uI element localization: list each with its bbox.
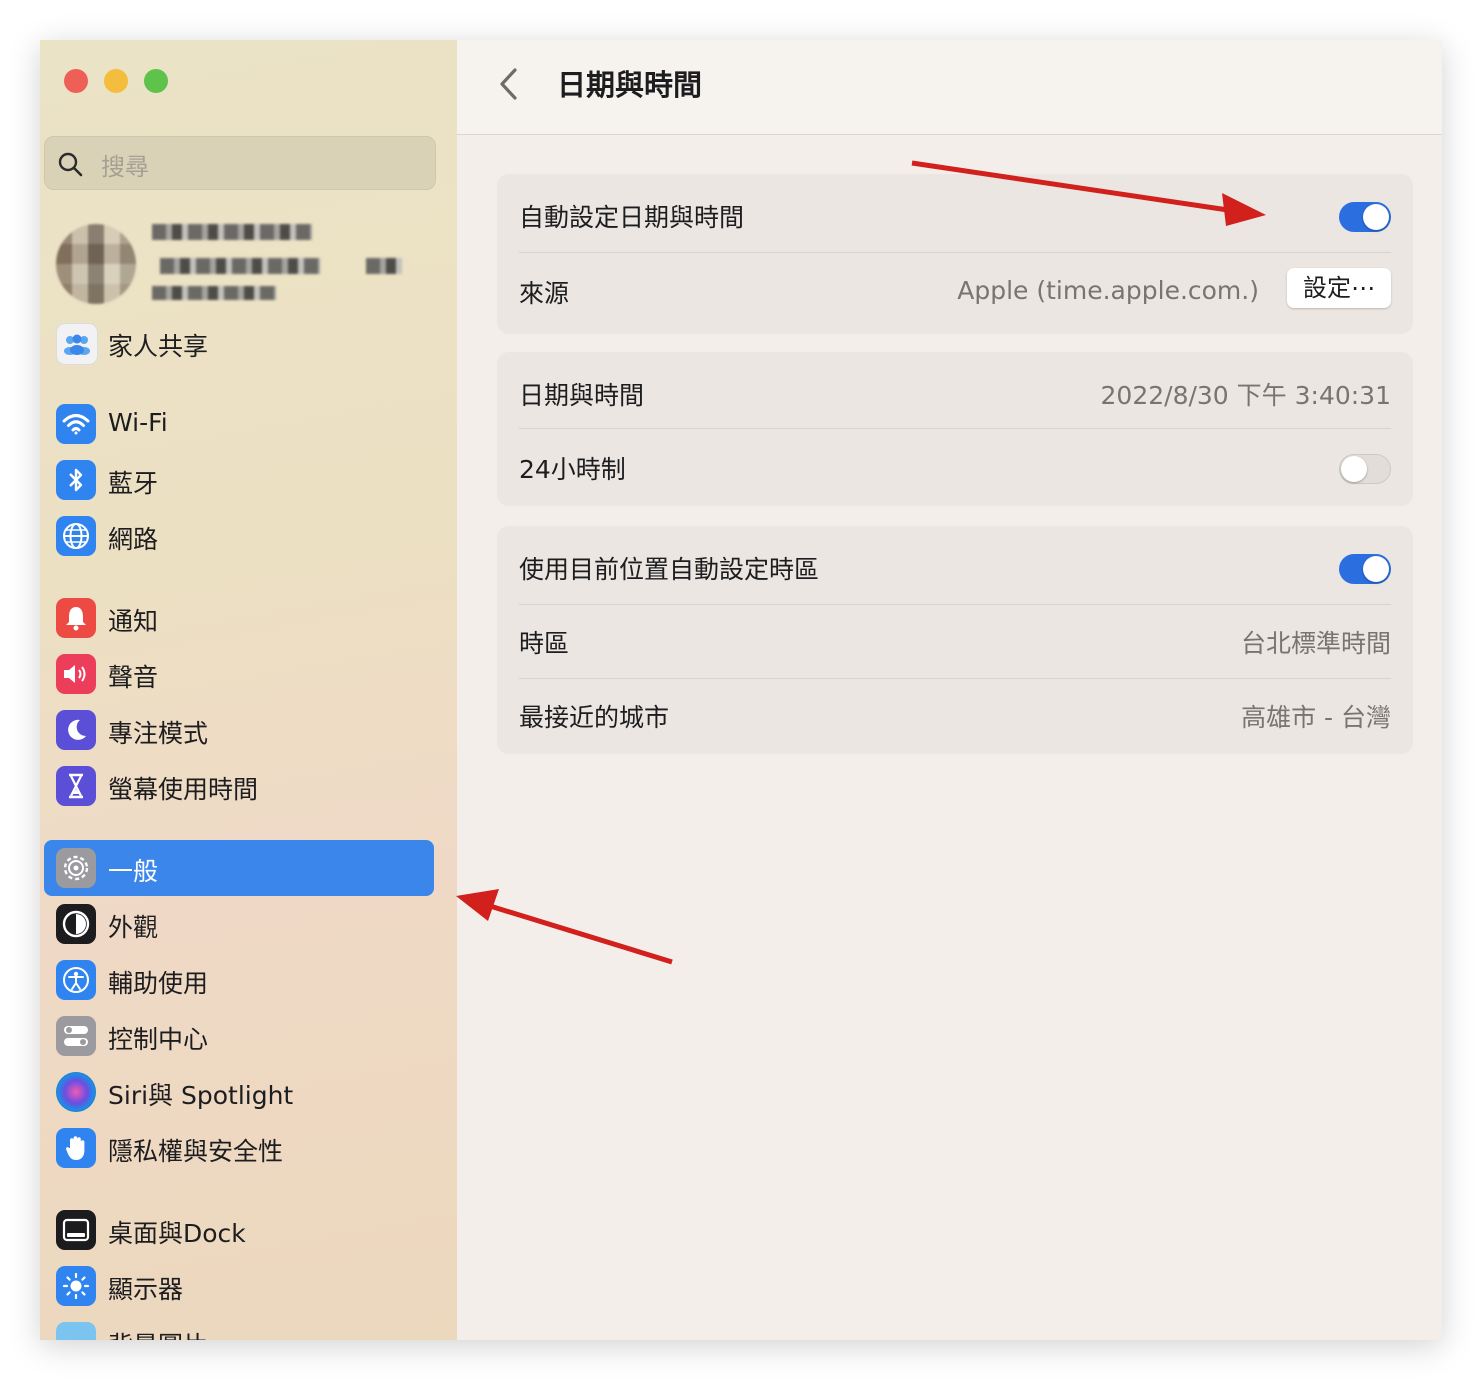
- close-button[interactable]: [64, 69, 88, 93]
- hour24-label: 24小時制: [519, 455, 626, 484]
- auto-timezone-row: 使用目前位置自動設定時區: [519, 546, 1391, 586]
- datetime-card: 日期與時間 2022/8/30 下午 3:40:31 24小時制: [497, 352, 1413, 506]
- hour24-row: 24小時制: [519, 446, 1391, 486]
- sidebar-item-label: 一般: [108, 857, 159, 886]
- row-separator: [519, 678, 1391, 679]
- traffic-lights: [64, 69, 168, 93]
- search-input[interactable]: 搜尋: [44, 136, 436, 190]
- sidebar-item-label: Wi-Fi: [108, 408, 168, 437]
- profile-detail-redacted-2: [366, 258, 402, 274]
- main-pane: 日期與時間 自動設定日期與時間 來源 Apple (time.apple.com…: [457, 40, 1442, 1340]
- profile-detail-redacted-3: [152, 286, 276, 300]
- sidebar-item-label: 網路: [108, 525, 159, 554]
- sidebar-item-label: 通知: [108, 607, 159, 636]
- nearest-city-value: 高雄市 - 台灣: [1241, 703, 1391, 732]
- speaker-icon: [56, 654, 96, 694]
- sidebar-item-label: 藍牙: [108, 469, 159, 498]
- sidebar-item-label: 輔助使用: [108, 969, 209, 998]
- toolbar: 日期與時間: [457, 40, 1442, 135]
- accessibility-icon: [56, 960, 96, 1000]
- auto-time-toggle[interactable]: [1339, 202, 1391, 232]
- hand-icon: [56, 1128, 96, 1168]
- bluetooth-icon: [56, 460, 96, 500]
- profile-detail-redacted: [160, 258, 320, 274]
- hour24-toggle[interactable]: [1339, 454, 1391, 484]
- dock-icon: [56, 1210, 96, 1250]
- source-row: 來源 Apple (time.apple.com.) 設定⋯: [519, 268, 1391, 312]
- auto-time-card: 自動設定日期與時間 來源 Apple (time.apple.com.) 設定⋯: [497, 174, 1413, 334]
- sidebar-item-label: Siri與 Spotlight: [108, 1081, 294, 1110]
- sidebar-item-label: 家人共享: [108, 332, 209, 361]
- timezone-label: 時區: [519, 629, 570, 658]
- settings-window: 搜尋 家人共享 Wi-Fi 藍牙 網路 通知 聲音 專注模式 螢幕使用時間 一般…: [40, 40, 1442, 1340]
- bell-icon: [56, 598, 96, 638]
- sidebar-item-label: 螢幕使用時間: [108, 775, 259, 804]
- chevron-left-icon[interactable]: [497, 66, 521, 102]
- family-icon: [56, 323, 98, 365]
- globe-icon: [56, 516, 96, 556]
- datetime-row: 日期與時間 2022/8/30 下午 3:40:31: [519, 372, 1391, 412]
- timezone-value: 台北標準時間: [1240, 629, 1391, 658]
- datetime-label: 日期與時間: [519, 381, 645, 410]
- gear-icon: [56, 848, 96, 888]
- sidebar-item-control-center[interactable]: 控制中心: [44, 1008, 434, 1064]
- sidebar-item-displays[interactable]: 顯示器: [44, 1258, 434, 1314]
- sidebar-item-siri-spotlight[interactable]: Siri與 Spotlight: [44, 1064, 434, 1120]
- sidebar-item-accessibility[interactable]: 輔助使用: [44, 952, 434, 1008]
- sidebar-item-privacy[interactable]: 隱私權與安全性: [44, 1120, 434, 1176]
- siri-icon: [56, 1072, 96, 1112]
- sidebar-item-desktop-dock[interactable]: 桌面與Dock: [44, 1202, 434, 1258]
- sidebar-item-bluetooth[interactable]: 藍牙: [44, 452, 434, 508]
- row-separator: [519, 604, 1391, 605]
- row-separator: [519, 252, 1391, 253]
- sidebar-item-label: 聲音: [108, 663, 159, 692]
- sidebar-item-appearance[interactable]: 外觀: [44, 896, 434, 952]
- appearance-icon: [56, 904, 96, 944]
- sidebar-item-label: 外觀: [108, 913, 159, 942]
- row-separator: [519, 428, 1391, 429]
- wifi-icon: [56, 404, 96, 444]
- toggles-icon: [56, 1016, 96, 1056]
- sidebar-item-label: 隱私權與安全性: [108, 1137, 284, 1166]
- minimize-button[interactable]: [104, 69, 128, 93]
- datetime-value: 2022/8/30 下午 3:40:31: [1100, 381, 1391, 410]
- sidebar-item-general[interactable]: 一般: [44, 840, 434, 896]
- sidebar-item-wallpaper[interactable]: 背景圖片: [44, 1314, 434, 1340]
- timezone-row: 時區 台北標準時間: [519, 622, 1391, 662]
- wallpaper-icon: [56, 1322, 96, 1340]
- source-value: Apple (time.apple.com.): [957, 276, 1259, 305]
- sidebar-item-label: 背景圖片: [108, 1326, 208, 1340]
- nearest-city-label: 最接近的城市: [519, 703, 670, 732]
- sidebar-item-family[interactable]: 家人共享: [44, 315, 434, 371]
- auto-time-row: 自動設定日期與時間: [519, 194, 1391, 234]
- sidebar-item-label: 專注模式: [108, 719, 209, 748]
- nearest-city-row: 最接近的城市 高雄市 - 台灣: [519, 696, 1391, 736]
- avatar: [56, 224, 136, 304]
- auto-timezone-label: 使用目前位置自動設定時區: [519, 555, 820, 584]
- set-source-button[interactable]: 設定⋯: [1287, 268, 1391, 308]
- auto-timezone-toggle[interactable]: [1339, 554, 1391, 584]
- sidebar-item-label: 控制中心: [108, 1025, 209, 1054]
- sidebar-item-screen-time[interactable]: 螢幕使用時間: [44, 758, 434, 814]
- sidebar: 搜尋 家人共享 Wi-Fi 藍牙 網路 通知 聲音 專注模式 螢幕使用時間 一般…: [40, 40, 457, 1340]
- apple-id-profile[interactable]: [56, 220, 426, 310]
- page-title: 日期與時間: [557, 68, 703, 102]
- profile-name-redacted: [152, 224, 312, 240]
- sidebar-item-wifi[interactable]: Wi-Fi: [44, 396, 434, 452]
- zoom-button[interactable]: [144, 69, 168, 93]
- sun-icon: [56, 1266, 96, 1306]
- sidebar-item-focus[interactable]: 專注模式: [44, 702, 434, 758]
- timezone-card: 使用目前位置自動設定時區 時區 台北標準時間 最接近的城市 高雄市 - 台灣: [497, 526, 1413, 754]
- sidebar-item-label: 顯示器: [108, 1275, 184, 1304]
- auto-time-label: 自動設定日期與時間: [519, 203, 745, 232]
- moon-icon: [56, 710, 96, 750]
- search-placeholder: 搜尋: [101, 153, 149, 181]
- source-label: 來源: [519, 279, 570, 308]
- hourglass-icon: [56, 766, 96, 806]
- sidebar-item-label: 桌面與Dock: [108, 1219, 246, 1248]
- sidebar-item-sound[interactable]: 聲音: [44, 646, 434, 702]
- search-icon: [58, 152, 83, 177]
- sidebar-item-network[interactable]: 網路: [44, 508, 434, 564]
- sidebar-item-notifications[interactable]: 通知: [44, 590, 434, 646]
